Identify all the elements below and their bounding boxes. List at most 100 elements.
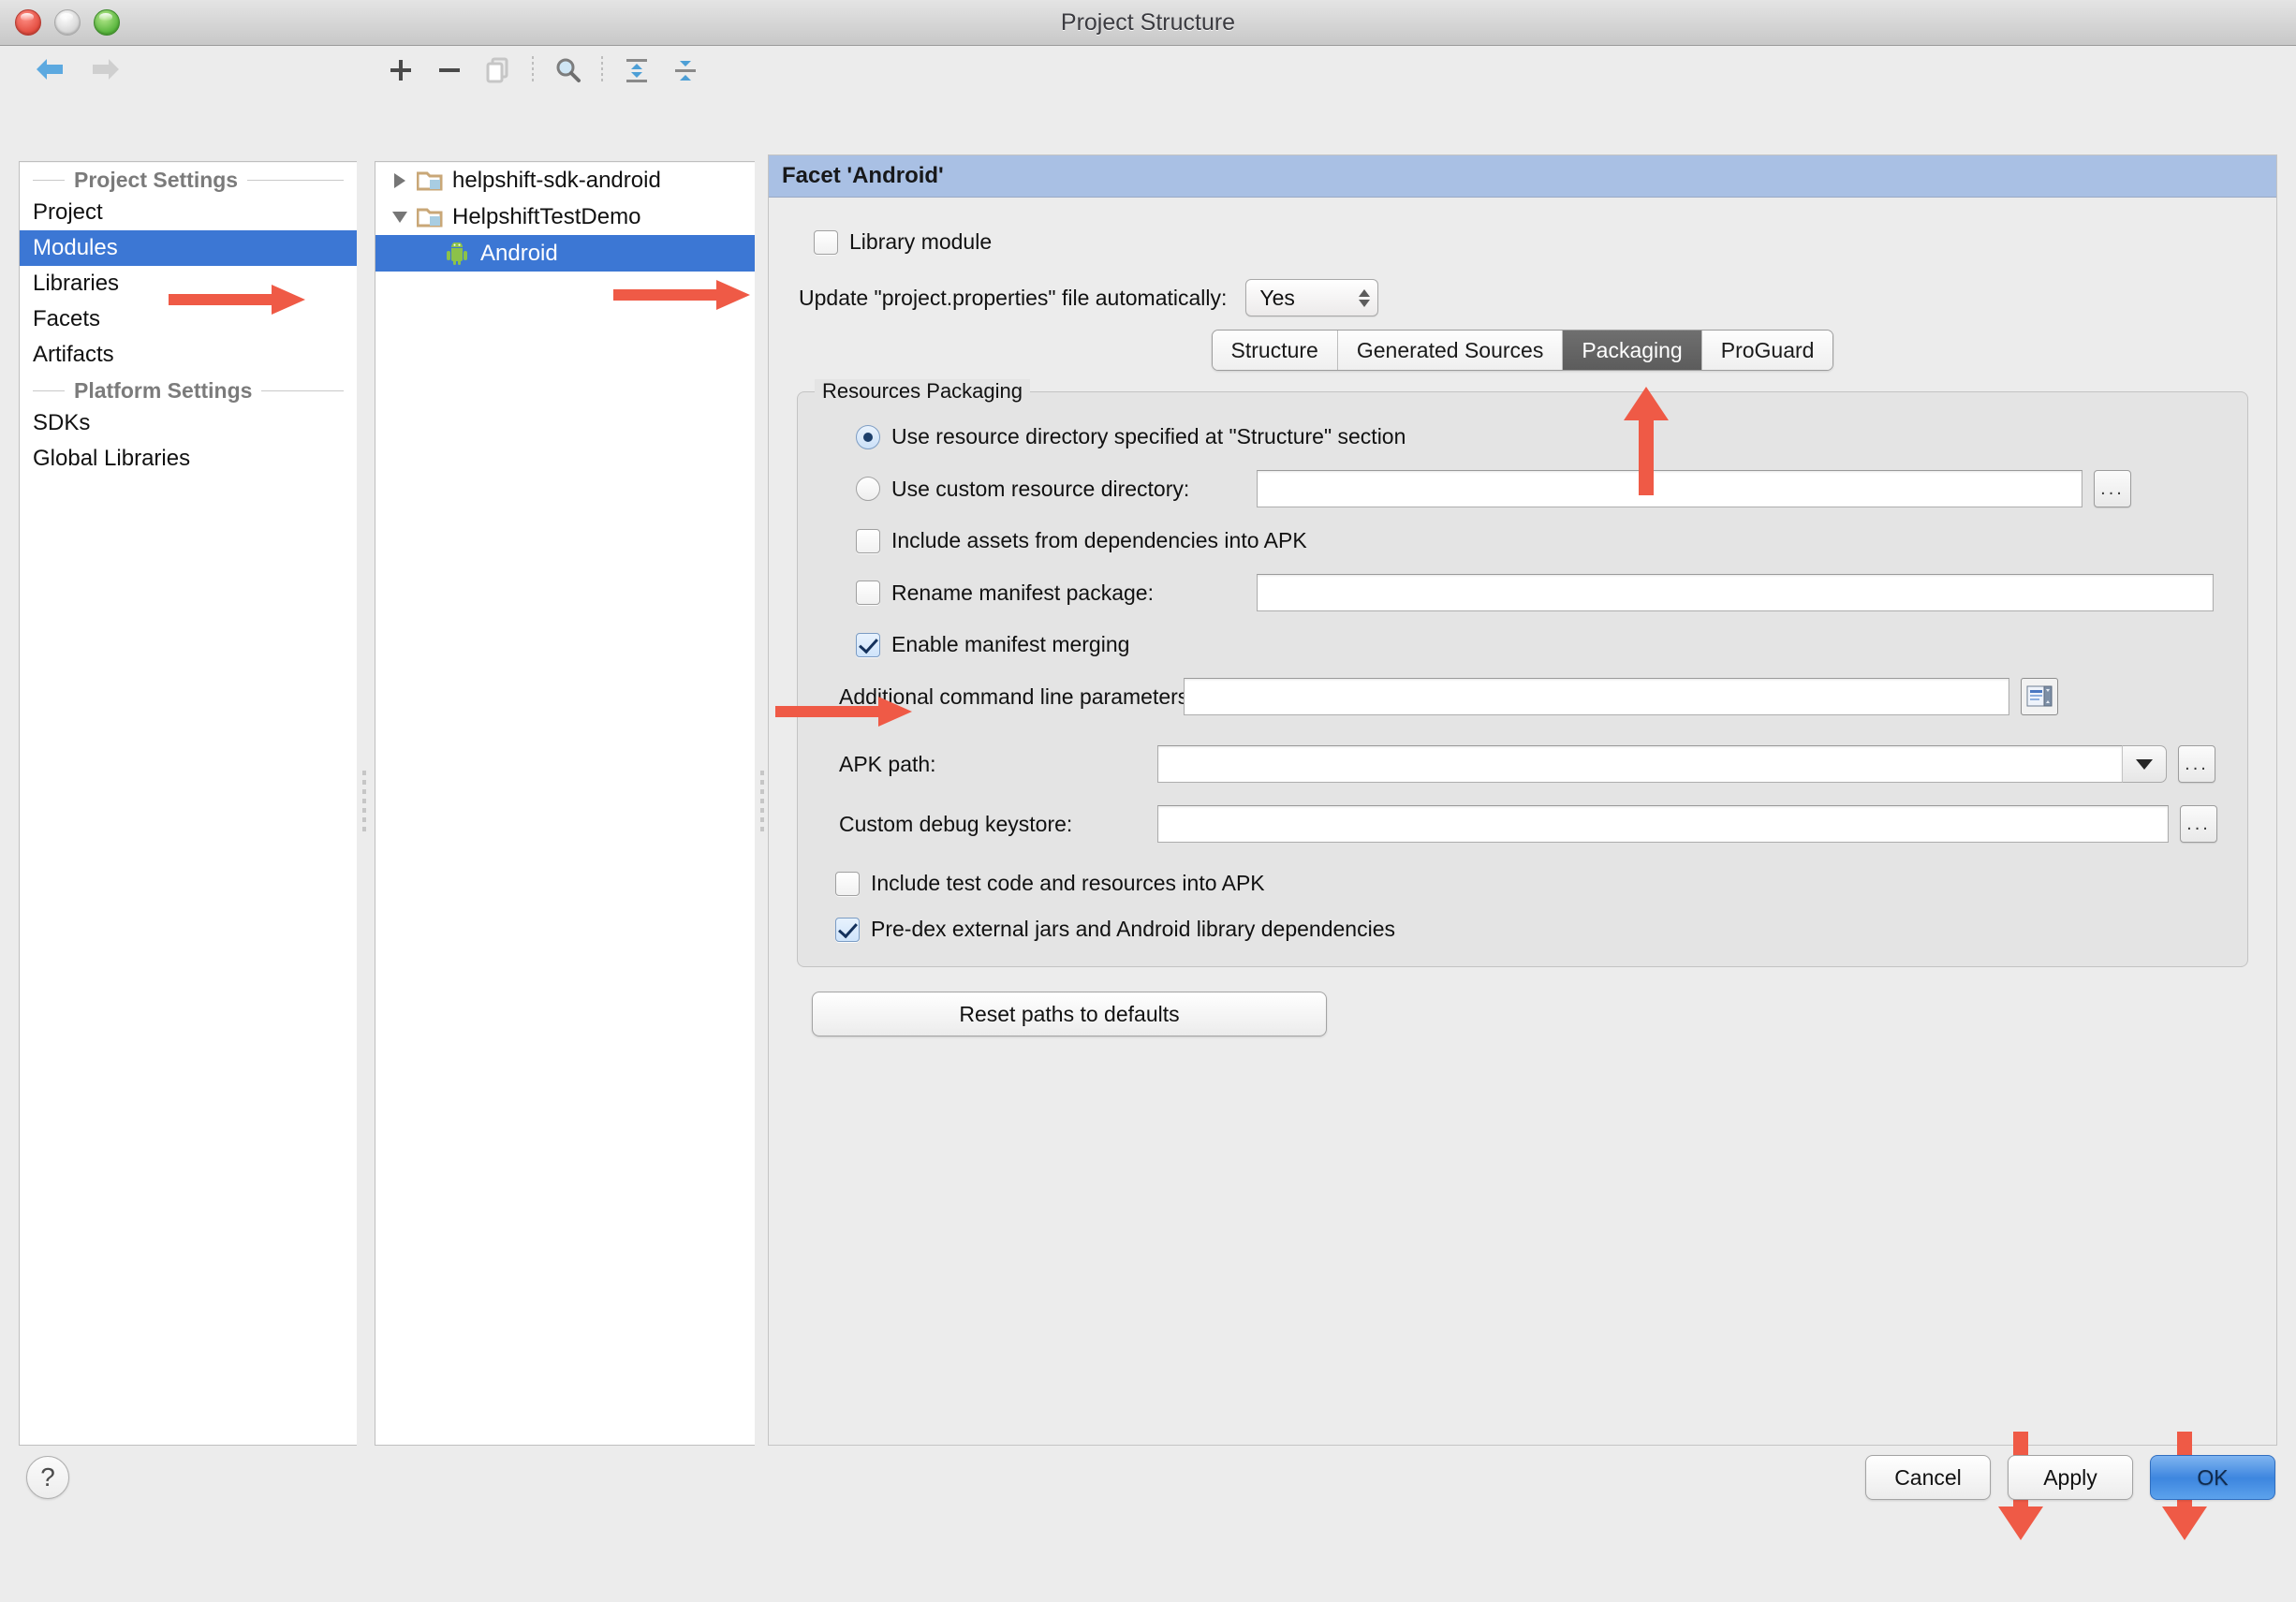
android-robot-icon: [445, 243, 473, 265]
tab-proguard[interactable]: ProGuard: [1702, 331, 1833, 370]
sidebar-item-label: Libraries: [33, 271, 119, 297]
back-arrow-icon[interactable]: [34, 55, 66, 88]
expand-editor-icon[interactable]: [2021, 678, 2058, 715]
pre-dex-checkbox[interactable]: [835, 918, 860, 942]
close-window-button[interactable]: [15, 9, 41, 36]
rename-manifest-input[interactable]: [1257, 574, 2214, 611]
pre-dex-row: Pre-dex external jars and Android librar…: [835, 917, 2227, 942]
include-assets-label: Include assets from dependencies into AP…: [891, 528, 1307, 553]
chevron-down-icon[interactable]: [383, 212, 417, 223]
sidebar-item-label: Global Libraries: [33, 446, 190, 472]
tab-structure[interactable]: Structure: [1213, 331, 1338, 370]
apply-button[interactable]: Apply: [2008, 1455, 2133, 1500]
group-header-project-settings: Project Settings: [20, 162, 357, 195]
rename-manifest-row: Rename manifest package:: [856, 574, 2227, 611]
copy-icon[interactable]: [474, 53, 522, 87]
group-header-platform-settings: Platform Settings: [20, 373, 357, 405]
title-bar: Project Structure: [0, 0, 2296, 46]
include-test-code-row: Include test code and resources into APK: [835, 871, 2227, 896]
resources-packaging-group: Resources Packaging Use resource directo…: [797, 391, 2248, 967]
use-structure-dir-radio[interactable]: [856, 425, 880, 449]
custom-resource-directory-input[interactable]: [1257, 470, 2083, 507]
search-icon[interactable]: [543, 53, 592, 87]
tree-node-label: Android: [480, 241, 558, 267]
use-custom-dir-radio[interactable]: [856, 477, 880, 501]
sidebar-item-modules[interactable]: Modules: [20, 230, 357, 266]
group-title: Project Settings: [74, 168, 238, 193]
sidebar-item-label: Project: [33, 199, 103, 226]
update-properties-label: Update "project.properties" file automat…: [799, 286, 1227, 311]
include-test-code-checkbox[interactable]: [835, 872, 860, 896]
collapse-all-icon[interactable]: [661, 53, 710, 87]
forward-arrow-icon[interactable]: [90, 55, 122, 88]
enable-manifest-merging-checkbox[interactable]: [856, 633, 880, 657]
facet-tabbar: Structure Generated Sources Packaging Pr…: [791, 330, 2254, 371]
apk-path-label: APK path:: [839, 752, 1157, 777]
plus-icon[interactable]: [376, 53, 425, 87]
ok-button[interactable]: OK: [2150, 1455, 2275, 1500]
reset-paths-button[interactable]: Reset paths to defaults: [812, 992, 1327, 1036]
update-properties-value: Yes: [1259, 286, 1295, 311]
additional-params-row: Additional command line parameters:: [839, 678, 2227, 715]
facet-editor-panel: Facet 'Android' Library module Update "p…: [768, 154, 2277, 1446]
toolbar: [0, 46, 2296, 93]
use-structure-dir-row: Use resource directory specified at "Str…: [856, 424, 2227, 449]
include-test-code-label: Include test code and resources into APK: [871, 871, 1265, 896]
custom-resource-directory-browse-button[interactable]: ...: [2094, 470, 2131, 507]
window-controls: [15, 9, 120, 36]
apk-path-row: APK path: ...: [839, 745, 2227, 783]
tree-node-label: HelpshiftTestDemo: [452, 204, 640, 230]
sidebar-item-label: Artifacts: [33, 342, 114, 368]
project-structure-window: Project Structure: [0, 0, 2296, 1509]
apk-path-combobox[interactable]: [1157, 745, 2167, 783]
library-module-row: Library module: [814, 229, 2254, 255]
minus-icon[interactable]: [425, 53, 474, 87]
custom-debug-keystore-label: Custom debug keystore:: [839, 812, 1157, 837]
apk-path-input[interactable]: [1157, 745, 2122, 783]
custom-debug-keystore-browse-button[interactable]: ...: [2180, 805, 2217, 843]
chevron-right-icon[interactable]: [383, 173, 417, 188]
settings-list-panel: Project Settings Project Modules Librari…: [19, 161, 358, 1446]
library-module-checkbox[interactable]: [814, 230, 838, 255]
zoom-window-button[interactable]: [94, 9, 120, 36]
tree-node-helpshift-test-demo[interactable]: HelpshiftTestDemo: [375, 198, 755, 235]
enable-manifest-merging-row: Enable manifest merging: [856, 632, 2227, 657]
pre-dex-label: Pre-dex external jars and Android librar…: [871, 917, 1395, 942]
use-custom-dir-row: Use custom resource directory: ...: [856, 470, 2227, 507]
help-button[interactable]: ?: [26, 1456, 69, 1499]
sidebar-item-label: SDKs: [33, 410, 90, 436]
cancel-button[interactable]: Cancel: [1865, 1455, 1991, 1500]
sidebar-item-project[interactable]: Project: [20, 195, 357, 230]
sidebar-item-label: Modules: [33, 235, 118, 261]
facet-title: Facet 'Android': [769, 155, 2276, 198]
custom-debug-keystore-row: Custom debug keystore: ...: [839, 805, 2227, 843]
toolbar-separator: [522, 55, 543, 85]
tab-generated-sources[interactable]: Generated Sources: [1338, 331, 1563, 370]
stepper-arrows-icon: [1359, 289, 1370, 307]
sidebar-item-libraries[interactable]: Libraries: [20, 266, 357, 301]
expand-all-icon[interactable]: [612, 53, 661, 87]
tree-node-helpshift-sdk-android[interactable]: helpshift-sdk-android: [375, 162, 755, 198]
rename-manifest-checkbox[interactable]: [856, 581, 880, 605]
apk-path-browse-button[interactable]: ...: [2178, 745, 2215, 783]
include-assets-row: Include assets from dependencies into AP…: [856, 528, 2227, 553]
chevron-down-icon[interactable]: [2122, 745, 2167, 783]
include-assets-checkbox[interactable]: [856, 529, 880, 553]
additional-params-input[interactable]: [1184, 678, 2009, 715]
library-module-label: Library module: [849, 229, 992, 255]
sidebar-item-sdks[interactable]: SDKs: [20, 405, 357, 441]
toolbar-separator-2: [592, 55, 612, 85]
use-custom-dir-label: Use custom resource directory:: [891, 477, 1257, 502]
custom-debug-keystore-input[interactable]: [1157, 805, 2169, 843]
sidebar-item-facets[interactable]: Facets: [20, 301, 357, 337]
folder-module-icon: [417, 206, 445, 228]
tab-packaging[interactable]: Packaging: [1563, 331, 1701, 370]
dialog-footer: ? Cancel Apply OK: [0, 1446, 2296, 1509]
update-properties-row: Update "project.properties" file automat…: [799, 279, 2254, 316]
sidebar-item-global-libraries[interactable]: Global Libraries: [20, 441, 357, 477]
update-properties-select[interactable]: Yes: [1245, 279, 1378, 316]
splitter-left[interactable]: [357, 161, 372, 1446]
tree-node-android-facet[interactable]: Android: [375, 235, 755, 272]
sidebar-item-artifacts[interactable]: Artifacts: [20, 337, 357, 373]
minimize-window-button[interactable]: [54, 9, 81, 36]
